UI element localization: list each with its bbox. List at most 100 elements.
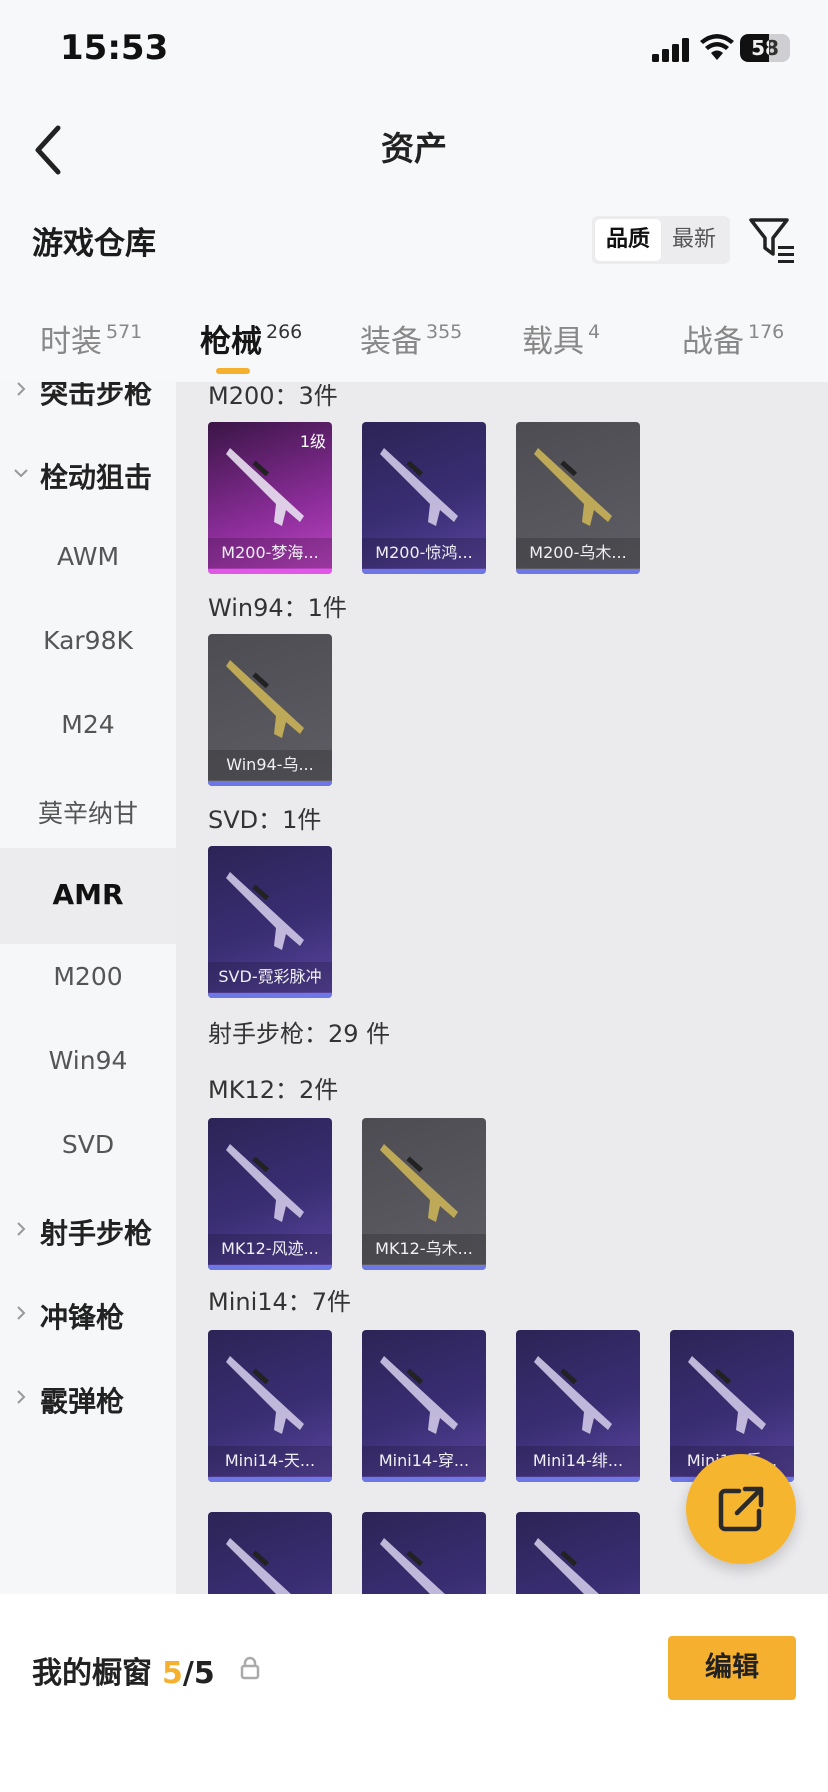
rifle-icon xyxy=(226,1356,304,1434)
section-header: M200：3件 xyxy=(208,382,338,410)
chevron-right-icon xyxy=(17,1390,26,1404)
page-title: 资产 xyxy=(381,129,447,168)
item-card[interactable]: M200-乌木... xyxy=(516,422,640,574)
tab-fashion[interactable]: 时装 571 xyxy=(40,316,142,361)
showcase-total: /5 xyxy=(182,1656,215,1691)
warehouse-header: 游戏仓库 品质 最新 xyxy=(0,200,828,290)
tab-supplies[interactable]: 战备 176 xyxy=(682,316,784,361)
sidebar-item-label: AWM xyxy=(56,542,120,571)
sidebar-item[interactable]: M200 xyxy=(0,932,176,1028)
active-tab-indicator xyxy=(216,368,250,374)
sort-quality[interactable]: 品质 xyxy=(595,219,661,261)
item-name: Mini14-绯... xyxy=(516,1446,640,1476)
item-name: Mini14-天... xyxy=(208,1446,332,1476)
rarity-bar xyxy=(208,1265,332,1270)
tab-vehicles[interactable]: 载具 4 xyxy=(522,316,600,361)
item-name: SVD-霓彩脉冲 xyxy=(208,962,332,992)
sidebar-item-label: 冲锋枪 xyxy=(40,1301,125,1334)
sidebar-item[interactable]: 栓动狙击 xyxy=(0,428,176,524)
sidebar: 突击步枪栓动狙击 AWM Kar98K M24 莫辛纳甘 AMR M200 Win94 SVD 射… xyxy=(0,382,176,1594)
section-header: SVD：1件 xyxy=(208,806,322,834)
item-card[interactable] xyxy=(362,1512,486,1594)
tab-count: 176 xyxy=(748,321,785,343)
tab-count: 4 xyxy=(588,321,601,343)
item-card[interactable]: Mini14-穿... xyxy=(362,1330,486,1482)
sidebar-item[interactable]: SVD xyxy=(0,1100,176,1196)
rarity-bar xyxy=(208,569,332,574)
showcase-label: 我的橱窗 5/5 xyxy=(32,1648,215,1692)
tab-label: 时装 xyxy=(40,324,102,360)
item-card[interactable]: MK12-乌木... xyxy=(362,1118,486,1270)
rifle-icon xyxy=(688,1356,766,1434)
tab-label: 装备 xyxy=(360,324,422,360)
sidebar-item-label: M24 xyxy=(61,710,115,739)
warehouse-title: 游戏仓库 xyxy=(32,226,156,262)
item-card[interactable]: Mini14-绯... xyxy=(516,1330,640,1482)
item-card[interactable]: SVD-霓彩脉冲 xyxy=(208,846,332,998)
rifle-icon xyxy=(534,1538,599,1594)
section-header: Mini14：7件 xyxy=(208,1288,352,1316)
battery-level: 58 xyxy=(751,36,779,60)
rarity-bar xyxy=(516,569,640,574)
sidebar-item-label: SVD xyxy=(61,1130,115,1159)
rifle-icon xyxy=(380,1144,458,1222)
item-grid: M200：3件 1级 M200-梦海... M200-惊鸿... M200-乌木... W… xyxy=(176,382,828,1594)
tab-count: 355 xyxy=(426,321,463,343)
sidebar-item-label: 栓动狙击 xyxy=(40,461,153,494)
item-name: Mini14-穿... xyxy=(362,1446,486,1476)
item-card[interactable] xyxy=(516,1512,640,1594)
sidebar-item[interactable]: AWM xyxy=(0,512,176,608)
filter-icon[interactable] xyxy=(748,214,796,266)
rarity-bar xyxy=(362,569,486,574)
tab-count: 266 xyxy=(266,321,303,343)
tab-count: 571 xyxy=(106,321,143,343)
item-card[interactable]: 1级 M200-梦海... xyxy=(208,422,332,574)
sidebar-item-label: 突击步枪 xyxy=(40,382,153,410)
sidebar-item[interactable]: 射手步枪 xyxy=(0,1184,176,1280)
wifi-icon xyxy=(700,34,734,60)
chevron-right-icon xyxy=(17,1306,26,1320)
tab-label: 战备 xyxy=(682,324,744,360)
chevron-down-icon xyxy=(14,469,28,478)
item-level: 1级 xyxy=(299,432,326,451)
rifle-icon xyxy=(380,1538,445,1594)
sidebar-item[interactable]: AMR xyxy=(0,848,176,944)
sidebar-item-label: AMR xyxy=(52,878,124,911)
rifle-icon xyxy=(534,1356,612,1434)
item-name: Win94-乌... xyxy=(208,750,332,780)
rarity-bar xyxy=(362,1477,486,1482)
item-card[interactable] xyxy=(208,1512,332,1594)
sidebar-item[interactable]: 冲锋枪 xyxy=(0,1268,176,1364)
sidebar-item[interactable]: 莫辛纳甘 xyxy=(0,764,176,860)
category-tabs: 时装 571 枪械 266 装备 355 载具 4 战备 176 xyxy=(0,290,828,382)
showcase-current: 5 xyxy=(162,1656,183,1691)
tab-firearms[interactable]: 枪械 266 xyxy=(200,316,302,361)
item-card[interactable]: Mini14-天... xyxy=(208,1330,332,1482)
item-name: MK12-风迹... xyxy=(208,1234,332,1264)
battery-icon: 58 xyxy=(740,34,790,62)
status-time: 15:53 xyxy=(60,28,169,68)
share-button[interactable] xyxy=(686,1454,796,1564)
chevron-right-icon xyxy=(17,1222,26,1236)
sidebar-item[interactable]: Win94 xyxy=(0,1016,176,1112)
tab-equipment[interactable]: 装备 355 xyxy=(360,316,462,361)
item-card[interactable]: Win94-乌... xyxy=(208,634,332,786)
rarity-bar xyxy=(208,781,332,786)
item-card[interactable]: M200-惊鸿... xyxy=(362,422,486,574)
sidebar-item[interactable]: 霰弹枪 xyxy=(0,1352,176,1448)
edit-button[interactable]: 编辑 xyxy=(668,1636,796,1700)
status-bar: 15:53 58 xyxy=(0,0,828,100)
sidebar-item-label: 射手步枪 xyxy=(40,1217,153,1250)
sort-newest[interactable]: 最新 xyxy=(661,219,727,261)
section-header: MK12：2件 xyxy=(208,1076,339,1104)
showcase-title: 我的橱窗 xyxy=(32,1656,152,1691)
item-card[interactable]: MK12-风迹... xyxy=(208,1118,332,1270)
nav-bar: 资产 xyxy=(0,100,828,200)
rarity-bar xyxy=(208,993,332,998)
sidebar-item[interactable]: M24 xyxy=(0,680,176,776)
sidebar-item-label: 莫辛纳甘 xyxy=(37,799,138,828)
item-name: M200-乌木... xyxy=(516,538,640,568)
item-name: M200-惊鸿... xyxy=(362,538,486,568)
lock-icon xyxy=(240,1656,260,1680)
sidebar-item[interactable]: Kar98K xyxy=(0,596,176,692)
